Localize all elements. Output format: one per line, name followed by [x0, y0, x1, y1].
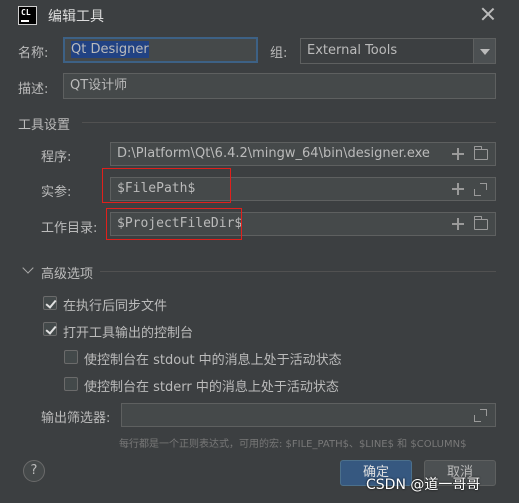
workdir-label: 工作目录: — [41, 221, 98, 236]
stdout-active-label: 使控制台在 stdout 中的消息上处于活动状态 — [84, 353, 342, 368]
output-filter-label: 输出筛选器: — [41, 411, 111, 426]
stderr-active-label: 使控制台在 stderr 中的消息上处于活动状态 — [84, 380, 339, 395]
sync-files-label: 在执行后同步文件 — [63, 299, 168, 314]
app-logo-icon: CL — [18, 6, 37, 25]
arguments-label: 实参: — [41, 185, 72, 200]
section-divider — [100, 271, 496, 272]
section-divider — [82, 122, 496, 123]
insert-macro-plus-icon[interactable] — [452, 183, 464, 195]
expand-icon[interactable] — [474, 409, 487, 422]
advanced-heading[interactable]: 高级选项 — [41, 263, 93, 282]
description-input-value: QT设计师 — [70, 78, 128, 93]
highlight-box-arguments — [102, 168, 231, 203]
open-console-checkbox[interactable] — [43, 322, 57, 336]
watermark-text: CSDN @道一哥哥 — [366, 477, 481, 493]
open-console-label: 打开工具输出的控制台 — [63, 326, 194, 341]
collapse-chevron-icon[interactable] — [22, 262, 34, 274]
help-icon[interactable]: ? — [23, 460, 45, 482]
group-dropdown[interactable]: External Tools — [300, 38, 496, 64]
program-field[interactable]: D:\Platform\Qt\6.4.2\mingw_64\bin\design… — [110, 142, 496, 166]
name-label: 名称: — [18, 46, 49, 61]
description-input[interactable]: QT设计师 — [63, 73, 496, 99]
name-input-value: Qt Designer — [71, 41, 149, 58]
program-label: 程序: — [41, 150, 72, 165]
insert-macro-plus-icon[interactable] — [452, 148, 464, 160]
expand-icon[interactable] — [474, 183, 487, 196]
group-dropdown-value: External Tools — [307, 43, 398, 58]
dialog-title: 编辑工具 — [48, 9, 104, 25]
group-label: 组: — [270, 46, 288, 61]
highlight-box-workdir — [106, 208, 242, 240]
sync-files-checkbox[interactable] — [43, 296, 57, 310]
stderr-active-checkbox[interactable] — [64, 377, 78, 391]
name-input[interactable]: Qt Designer — [63, 37, 258, 63]
description-label: 描述: — [18, 82, 49, 97]
browse-folder-icon[interactable] — [473, 216, 488, 230]
filter-hint-text: 每行都是一个正则表达式，可用的宏: $FILE_PATH$、$LINE$ 和 $… — [119, 439, 467, 450]
stdout-active-checkbox[interactable] — [64, 350, 78, 364]
output-filter-field[interactable] — [121, 403, 496, 427]
insert-macro-plus-icon[interactable] — [452, 218, 464, 230]
chevron-down-icon[interactable] — [473, 39, 495, 63]
browse-folder-icon[interactable] — [473, 146, 488, 160]
tool-settings-heading: 工具设置 — [18, 118, 71, 133]
close-icon[interactable] — [478, 4, 498, 24]
program-value: D:\Platform\Qt\6.4.2\mingw_64\bin\design… — [117, 146, 430, 161]
